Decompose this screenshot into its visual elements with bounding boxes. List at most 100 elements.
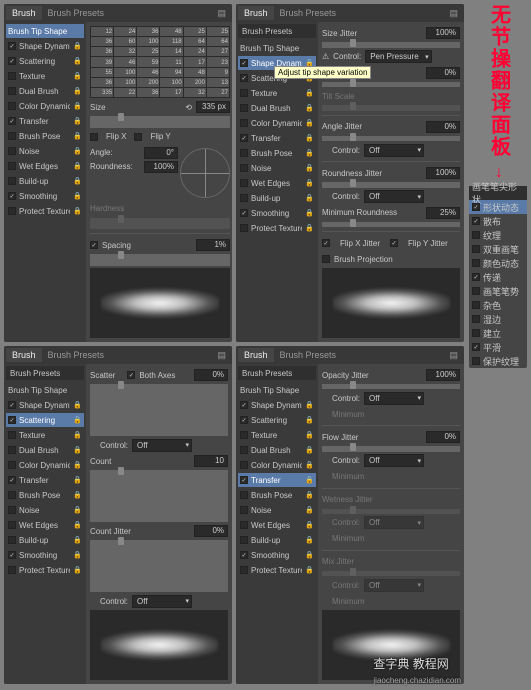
roundness-jitter-value[interactable]: 100%: [426, 167, 460, 179]
brush-presets-header[interactable]: Brush Presets: [238, 366, 316, 380]
control-select[interactable]: Off: [364, 144, 424, 157]
sidebar-item-smoothing[interactable]: ✓Smoothing🔒: [238, 548, 316, 562]
brush-thumb[interactable]: 32: [114, 47, 136, 56]
zh-item[interactable]: ✓散布: [469, 214, 527, 228]
brush-thumb[interactable]: 36: [91, 78, 113, 87]
brush-thumb[interactable]: 335: [91, 88, 113, 97]
flip-x-jitter-checkbox[interactable]: ✓: [322, 239, 330, 247]
brush-thumb[interactable]: 25: [137, 47, 159, 56]
sidebar-item-noise[interactable]: Noise🔒: [6, 503, 84, 517]
sidebar-item-protect-texture[interactable]: Protect Texture🔒: [238, 563, 316, 577]
brush-presets-header[interactable]: Brush Presets: [238, 24, 316, 38]
roundness-value[interactable]: 100%: [144, 161, 178, 173]
count-jitter-value[interactable]: 0%: [194, 525, 228, 537]
brush-thumb[interactable]: 36: [91, 37, 113, 46]
brush-thumb[interactable]: 46: [114, 57, 136, 66]
brush-thumb[interactable]: 46: [137, 68, 159, 77]
size-jitter-value[interactable]: 100%: [426, 27, 460, 39]
sidebar-item-transfer[interactable]: ✓Transfer🔒: [238, 473, 316, 487]
panel-menu-icon[interactable]: ▤: [445, 350, 462, 361]
brush-thumb[interactable]: 27: [207, 47, 229, 56]
count-jitter-slider[interactable]: [90, 540, 228, 592]
angle-jitter-slider[interactable]: [322, 136, 460, 142]
tab-brush-presets[interactable]: Brush Presets: [274, 348, 343, 362]
control-select[interactable]: Off: [364, 190, 424, 203]
sidebar-item-transfer[interactable]: ✓Transfer🔒: [238, 131, 316, 145]
panel-menu-icon[interactable]: ▤: [445, 8, 462, 19]
zh-item[interactable]: 杂色: [469, 298, 527, 312]
sidebar-item-brush-pose[interactable]: Brush Pose🔒: [6, 129, 84, 143]
sidebar-item-texture[interactable]: Texture🔒: [6, 69, 84, 83]
sidebar-item-dual-brush[interactable]: Dual Brush🔒: [6, 443, 84, 457]
min-roundness-slider[interactable]: [322, 222, 460, 228]
brush-thumb[interactable]: 36: [91, 47, 113, 56]
size-slider[interactable]: [90, 116, 230, 128]
sidebar-item-scattering[interactable]: ✓Scattering🔒: [6, 54, 84, 68]
sidebar-item-dual-brush[interactable]: Dual Brush🔒: [238, 443, 316, 457]
sidebar-item-brush-pose[interactable]: Brush Pose🔒: [238, 146, 316, 160]
scatter-value[interactable]: 0%: [194, 369, 228, 381]
opacity-jitter-value[interactable]: 100%: [426, 369, 460, 381]
brush-thumb[interactable]: 24: [114, 27, 136, 36]
brush-thumb[interactable]: 12: [91, 27, 113, 36]
sidebar-item-protect-texture[interactable]: Protect Texture🔒: [238, 221, 316, 235]
control-select[interactable]: Off: [364, 454, 424, 467]
scatter-slider[interactable]: [90, 384, 228, 436]
sidebar-item-shape-dynamics[interactable]: ✓Shape Dynamics🔒: [6, 39, 84, 53]
sidebar-item-build-up[interactable]: Build-up🔒: [238, 191, 316, 205]
brush-thumb[interactable]: 23: [207, 57, 229, 66]
brush-thumb[interactable]: 14: [160, 47, 182, 56]
brush-thumb[interactable]: 64: [207, 37, 229, 46]
tab-brush[interactable]: Brush: [238, 348, 274, 362]
sidebar-item-protect-texture[interactable]: Protect Texture🔒: [6, 204, 84, 218]
zh-item[interactable]: 画笔笔势: [469, 284, 527, 298]
sidebar-item-brush-tip-shape[interactable]: Brush Tip Shape: [6, 383, 84, 397]
angle-jitter-value[interactable]: 0%: [426, 121, 460, 133]
panel-menu-icon[interactable]: ▤: [213, 8, 230, 19]
sidebar-item-transfer[interactable]: ✓Transfer🔒: [6, 114, 84, 128]
sidebar-item-transfer[interactable]: ✓Transfer🔒: [6, 473, 84, 487]
sidebar-item-wet-edges[interactable]: Wet Edges🔒: [6, 159, 84, 173]
min-diameter-slider[interactable]: [322, 82, 460, 88]
sidebar-item-smoothing[interactable]: ✓Smoothing🔒: [6, 548, 84, 562]
control-select[interactable]: Off: [364, 392, 424, 405]
flip-y-checkbox[interactable]: [134, 133, 142, 141]
sidebar-item-color-dynamics[interactable]: Color Dynamics🔒: [238, 116, 316, 130]
sidebar-item-build-up[interactable]: Build-up🔒: [238, 533, 316, 547]
brush-thumb[interactable]: 25: [184, 27, 206, 36]
brush-thumb[interactable]: 9: [207, 68, 229, 77]
brush-thumb[interactable]: 48: [184, 68, 206, 77]
sidebar-item-smoothing[interactable]: ✓Smoothing🔒: [238, 206, 316, 220]
size-jitter-slider[interactable]: [322, 42, 460, 48]
sidebar-item-brush-pose[interactable]: Brush Pose🔒: [238, 488, 316, 502]
sidebar-item-protect-texture[interactable]: Protect Texture🔒: [6, 563, 84, 577]
sidebar-item-shape-dynamics[interactable]: ✓Shape Dynamics🔒: [238, 398, 316, 412]
brush-thumb[interactable]: 200: [184, 78, 206, 87]
angle-dial[interactable]: [180, 148, 230, 198]
count-value[interactable]: 10: [194, 455, 228, 467]
zh-item[interactable]: 湿边: [469, 312, 527, 326]
brush-thumb[interactable]: 48: [160, 27, 182, 36]
flow-jitter-value[interactable]: 0%: [426, 431, 460, 443]
size-value[interactable]: 335 px: [196, 101, 230, 113]
sidebar-item-shape-dynamics[interactable]: ✓Shape Dynamics🔒: [6, 398, 84, 412]
tab-brush[interactable]: Brush: [6, 348, 42, 362]
brush-thumb[interactable]: 200: [137, 78, 159, 87]
count-slider[interactable]: [90, 470, 228, 522]
sidebar-item-texture[interactable]: Texture🔒: [6, 428, 84, 442]
min-diameter-value[interactable]: 0%: [426, 67, 460, 79]
tab-brush[interactable]: Brush: [6, 6, 42, 20]
control-select[interactable]: Off: [132, 595, 192, 608]
zh-item[interactable]: 颜色动态: [469, 256, 527, 270]
zh-item[interactable]: 建立: [469, 326, 527, 340]
brush-thumb[interactable]: 100: [137, 37, 159, 46]
sidebar-item-scattering[interactable]: ✓Scattering🔒: [238, 413, 316, 427]
sidebar-item-wet-edges[interactable]: Wet Edges🔒: [238, 176, 316, 190]
brush-thumb[interactable]: 64: [184, 37, 206, 46]
brush-thumb[interactable]: 100: [160, 78, 182, 87]
sidebar-item-color-dynamics[interactable]: Color Dynamics🔒: [6, 458, 84, 472]
brush-thumb[interactable]: 36: [137, 88, 159, 97]
brush-thumb[interactable]: 39: [91, 57, 113, 66]
brush-thumb[interactable]: 55: [91, 68, 113, 77]
sidebar-item-wet-edges[interactable]: Wet Edges🔒: [6, 518, 84, 532]
